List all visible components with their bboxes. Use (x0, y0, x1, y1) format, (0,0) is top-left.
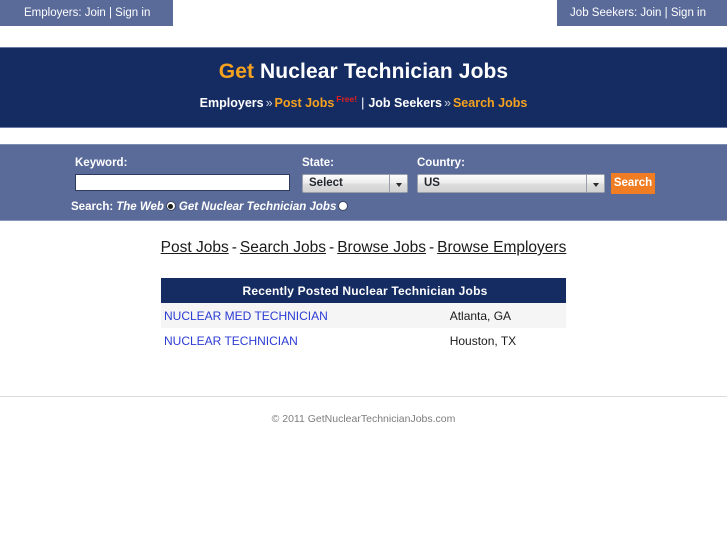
job-location-cell: Atlanta, GA (445, 303, 566, 328)
scope-option-site-radio[interactable] (338, 201, 349, 211)
page-title-rest: Nuclear Technician Jobs (254, 60, 509, 83)
header-nav-divider: | (361, 96, 365, 111)
top-account-bar: Employers: Join | Sign in Job Seekers: J… (0, 0, 727, 26)
spacer-below-header (0, 128, 727, 144)
scope-option-site-label[interactable]: Get Nuclear Technician Jobs (176, 201, 338, 213)
quick-link-separator-3: - (428, 239, 435, 256)
main-content: Post Jobs - Search Jobs - Browse Jobs - Browse… (0, 221, 727, 396)
page-title: Get Nuclear Technician Jobs (0, 48, 727, 84)
search-bar: Keyword: State: Select Country: US Searc… (0, 144, 727, 221)
chevron-right-icon-1: » (265, 96, 273, 111)
scope-option-web-radio[interactable] (165, 201, 176, 211)
country-select[interactable]: US (417, 174, 605, 193)
copyright-text: © 2011 GetNuclearTechnicianJobs.com (271, 413, 456, 425)
keyword-label: Keyword: (75, 157, 128, 169)
chevron-down-icon-country[interactable] (586, 175, 604, 192)
chevron-down-icon-state[interactable] (389, 175, 407, 192)
site-header: Get Nuclear Technician Jobs Employers» Po… (0, 47, 727, 128)
job-location-cell: Houston, TX (449, 333, 517, 348)
free-badge: Free! (336, 94, 358, 104)
country-label: Country: (417, 157, 465, 169)
search-input[interactable] (75, 174, 290, 191)
state-select-value: Select (309, 177, 343, 189)
quick-link-separator-2: - (329, 239, 335, 256)
quick-link-browse-jobs[interactable]: Browse Jobs (337, 239, 426, 256)
quick-link-browse-employers[interactable]: Browse Employers (437, 239, 566, 256)
header-nav-search-jobs-link[interactable]: Search Jobs (453, 96, 527, 110)
spacer-above-header (0, 26, 727, 47)
quick-link-search-jobs[interactable]: Search Jobs (240, 239, 326, 256)
header-nav-job-seekers-label: Job Seekers (368, 96, 443, 111)
job-title-link[interactable]: NUCLEAR TECHNICIAN (164, 334, 298, 348)
jobseekers-account-tab-label[interactable]: Job Seekers: Join | Sign in (570, 7, 706, 19)
search-scope-group: Search: The Web Get Nuclear Technician Job… (71, 201, 349, 213)
table-row: NUCLEAR MED TECHNICIAN Atlanta, GA (161, 303, 566, 328)
quick-links-nav: Post Jobs - Search Jobs - Browse Jobs - Browse… (0, 221, 727, 257)
table-row: NUCLEAR TECHNICIAN Houston, TX (161, 328, 566, 353)
header-nav: Employers» Post Jobs Free! | Job Seekers» Sea… (0, 94, 727, 110)
country-select-value: US (424, 177, 440, 189)
header-nav-employers-label: Employers (199, 96, 264, 111)
employers-account-tab-label[interactable]: Employers: Join | Sign in (24, 7, 150, 19)
search-scope-prefix: Search: (71, 201, 114, 213)
scope-option-web-label[interactable]: The Web (113, 201, 166, 213)
recent-jobs-title: Recently Posted Nuclear Technician Jobs (161, 278, 566, 303)
chevron-right-icon-2: » (444, 96, 451, 111)
search-button[interactable]: Search (611, 173, 655, 194)
job-title-cell: NUCLEAR TECHNICIAN (161, 328, 446, 353)
job-title-cell: NUCLEAR MED TECHNICIAN (161, 303, 446, 328)
quick-link-post-jobs[interactable]: Post Jobs (161, 239, 229, 256)
header-nav-post-jobs-link[interactable]: Post Jobs (275, 96, 335, 110)
page-title-accent: Get (218, 60, 255, 83)
footer: © 2011 GetNuclearTechnicianJobs.com (0, 397, 727, 425)
jobseekers-account-tab[interactable]: Job Seekers: Join | Sign in (557, 0, 727, 26)
quick-link-separator-1: - (231, 239, 237, 256)
recent-jobs-title-row: Recently Posted Nuclear Technician Jobs (161, 278, 566, 303)
recent-jobs-table: Recently Posted Nuclear Technician Jobs … (161, 278, 566, 353)
state-select[interactable]: Select (302, 174, 408, 193)
job-title-link[interactable]: NUCLEAR MED TECHNICIAN (164, 309, 328, 323)
state-label: State: (302, 157, 334, 169)
employers-account-tab[interactable]: Employers: Join | Sign in (0, 0, 173, 26)
